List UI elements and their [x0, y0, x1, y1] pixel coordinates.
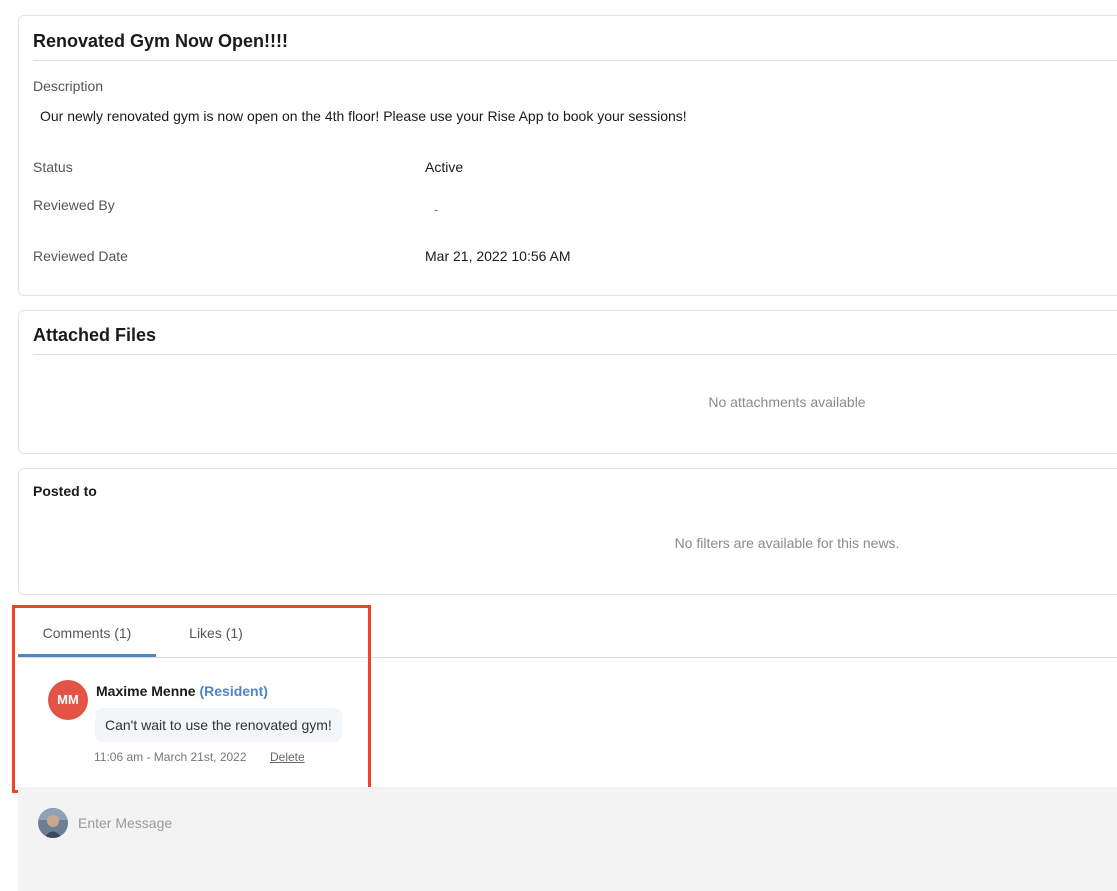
status-value: Active — [425, 159, 464, 175]
attached-files-divider — [33, 354, 1117, 355]
attached-files-card: Attached Files No attachments available — [18, 310, 1117, 454]
no-attachments-message: No attachments available — [708, 394, 866, 410]
news-title: Renovated Gym Now Open!!!! — [33, 31, 289, 51]
reviewed-by-label: Reviewed By — [33, 197, 115, 213]
message-composer — [18, 787, 1117, 891]
reviewed-by-link[interactable]: - — [434, 202, 438, 217]
description-label: Description — [33, 78, 104, 94]
attached-files-title: Attached Files — [33, 325, 157, 345]
current-user-avatar — [38, 808, 68, 838]
status-label: Status — [33, 159, 73, 175]
message-input[interactable] — [78, 809, 978, 837]
reviewed-date-label: Reviewed Date — [33, 248, 128, 264]
reviewed-date-value: Mar 21, 2022 10:56 AM — [425, 248, 571, 264]
posted-to-card: Posted to No filters are available for t… — [18, 468, 1117, 595]
news-details-card: Renovated Gym Now Open!!!! Description O… — [18, 15, 1117, 296]
description-text: Our newly renovated gym is now open on t… — [40, 108, 687, 124]
user-photo-icon — [38, 808, 68, 838]
no-filters-message: No filters are available for this news. — [674, 535, 900, 551]
highlight-box — [12, 605, 371, 793]
title-divider — [33, 60, 1117, 61]
posted-to-title: Posted to — [33, 483, 97, 499]
